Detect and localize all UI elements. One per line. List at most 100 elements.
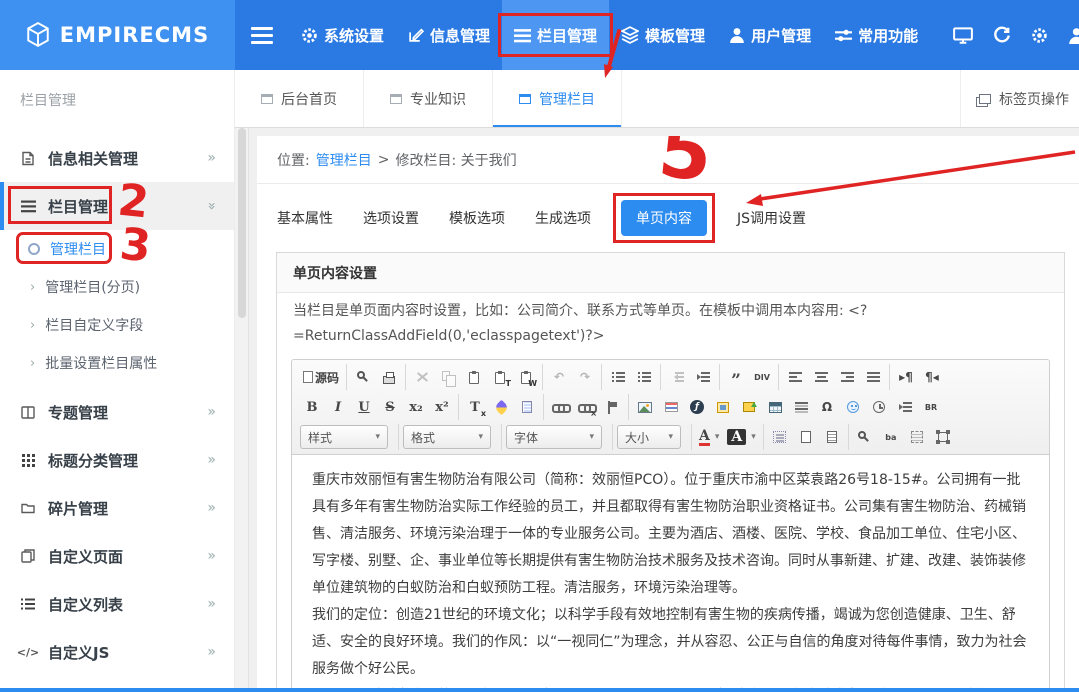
sidebar-item-column-management[interactable]: 栏目管理 » 2 xyxy=(0,182,234,230)
sidebar-item-info-management[interactable]: 信息相关管理 » xyxy=(0,134,234,182)
align-right-button[interactable] xyxy=(835,365,859,389)
image-button[interactable] xyxy=(633,395,657,419)
brand-logo[interactable]: EMPIRECMS xyxy=(0,0,235,70)
editor-content[interactable]: 重庆市效丽恒有害生物防治有限公司（简称：效丽恒PCO）。位于重庆市渝中区菜袁路2… xyxy=(292,455,1049,692)
indent-button[interactable] xyxy=(691,365,715,389)
highlight-button[interactable] xyxy=(489,395,513,419)
tab-knowledge[interactable]: 专业知识 xyxy=(364,70,493,127)
remove-format-button[interactable]: Tx xyxy=(463,395,487,419)
align-justify-button[interactable] xyxy=(861,365,885,389)
tab-basic-attributes[interactable]: 基本属性 xyxy=(277,208,333,228)
source-button[interactable]: 源码 xyxy=(300,365,342,389)
format-select[interactable]: 格式▾ xyxy=(403,425,491,449)
new-page-icon xyxy=(801,431,811,443)
bidi-ltr-button[interactable]: ▸¶ xyxy=(894,365,918,389)
strike-button[interactable]: S xyxy=(378,395,402,419)
media-button[interactable] xyxy=(737,395,761,419)
div-container-button[interactable]: DIV xyxy=(750,365,774,389)
photo-button[interactable] xyxy=(711,395,735,419)
sidebar-item-fragments[interactable]: 碎片管理 » xyxy=(0,484,234,532)
maximize-button[interactable] xyxy=(931,425,955,449)
background-color-button[interactable]: A▾ xyxy=(724,425,758,449)
numbered-list-button[interactable] xyxy=(606,365,630,389)
tab-single-page-content[interactable]: 单页内容 xyxy=(621,200,707,236)
tab-dashboard[interactable]: 后台首页 xyxy=(235,70,364,127)
sidebar-subitem-custom-fields[interactable]: › 栏目自定义字段 xyxy=(0,306,234,344)
text-color-button[interactable]: A▾ xyxy=(696,425,722,449)
refresh-icon[interactable] xyxy=(993,26,1011,44)
tab-manage-columns[interactable]: 管理栏目 xyxy=(493,70,622,127)
sidebar-scrollbar[interactable] xyxy=(235,128,249,692)
size-select[interactable]: 大小▾ xyxy=(617,425,681,449)
form-button[interactable] xyxy=(659,395,683,419)
anchor-button[interactable] xyxy=(600,395,624,419)
unlink-button[interactable]: × xyxy=(574,395,598,419)
align-center-button[interactable] xyxy=(809,365,833,389)
menu-item-columns[interactable]: 栏目管理 xyxy=(502,0,609,70)
menu-item-tools[interactable]: 常用功能 xyxy=(823,0,930,70)
breadcrumb-link[interactable]: 管理栏目 xyxy=(316,150,372,170)
blockquote-button[interactable]: ” xyxy=(724,365,748,389)
superscript-button[interactable]: x² xyxy=(430,395,454,419)
align-left-button[interactable] xyxy=(783,365,807,389)
sidebar-item-custom-js[interactable]: </> 自定义JS » xyxy=(0,628,234,676)
new-page-button[interactable] xyxy=(794,425,818,449)
tab-js-call-settings[interactable]: JS调用设置 xyxy=(737,208,806,228)
page-break-button[interactable] xyxy=(893,395,917,419)
menu-item-info[interactable]: 信息管理 xyxy=(396,0,502,70)
link-button[interactable] xyxy=(548,395,572,419)
sidebar-item-topics[interactable]: 专题管理 » xyxy=(0,388,234,436)
font-select[interactable]: 字体▾ xyxy=(506,425,602,449)
underline-button[interactable]: U xyxy=(352,395,376,419)
bidi-rtl-button[interactable]: ¶◂ xyxy=(920,365,944,389)
redo-button[interactable]: ↷ xyxy=(573,365,597,389)
tab-template-options[interactable]: 模板选项 xyxy=(449,208,505,228)
show-blocks-button[interactable] xyxy=(768,425,792,449)
editor-paragraph[interactable]: 重庆市效丽恒有害生物防治有限公司（简称：效丽恒PCO）。位于重庆市渝中区菜袁路2… xyxy=(312,467,1029,602)
flash-button[interactable]: ƒ xyxy=(685,395,709,419)
menu-item-templates[interactable]: 模板管理 xyxy=(609,0,717,70)
preview-button[interactable] xyxy=(351,365,375,389)
copy-format-button[interactable] xyxy=(515,395,539,419)
style-select[interactable]: 样式▾ xyxy=(300,425,388,449)
replace-button[interactable]: ba xyxy=(879,425,903,449)
horizontal-rule-button[interactable] xyxy=(789,395,813,419)
menu-item-users[interactable]: 用户管理 xyxy=(717,0,823,70)
undo-button[interactable]: ↶ xyxy=(547,365,571,389)
cut-button[interactable] xyxy=(410,365,434,389)
tab-actions-button[interactable]: 标签页操作 xyxy=(960,70,1079,127)
sidebar-subitem-batch-attributes[interactable]: › 批量设置栏目属性 xyxy=(0,344,234,382)
templates-button[interactable] xyxy=(820,425,844,449)
table-button[interactable] xyxy=(763,395,787,419)
paste-text-button[interactable]: T xyxy=(488,365,512,389)
special-char-button[interactable]: Ω xyxy=(815,395,839,419)
tab-generate-options[interactable]: 生成选项 xyxy=(535,208,591,228)
menu-item-system[interactable]: 系统设置 xyxy=(289,0,396,70)
select-all-button[interactable] xyxy=(905,425,929,449)
paste-word-button[interactable]: W xyxy=(514,365,538,389)
subscript-button[interactable]: x₂ xyxy=(404,395,428,419)
monitor-icon[interactable] xyxy=(953,26,973,44)
sidebar-subitem-manage-columns-paged[interactable]: › 管理栏目(分页) xyxy=(0,268,234,306)
paste-button[interactable] xyxy=(462,365,486,389)
outdent-button[interactable] xyxy=(665,365,689,389)
copy-button[interactable] xyxy=(436,365,460,389)
bold-button[interactable]: B xyxy=(300,395,324,419)
tab-option-settings[interactable]: 选项设置 xyxy=(363,208,419,228)
scrollbar-thumb[interactable] xyxy=(238,128,246,318)
sidebar-subitem-manage-columns[interactable]: 管理栏目 3 xyxy=(0,230,234,268)
hamburger-icon[interactable] xyxy=(235,0,289,70)
sidebar-item-title-categories[interactable]: 标题分类管理 » xyxy=(0,436,234,484)
page-properties-button[interactable] xyxy=(867,395,891,419)
user-icon[interactable] xyxy=(1068,27,1079,44)
print-button[interactable] xyxy=(377,365,401,389)
find-button[interactable] xyxy=(853,425,877,449)
sidebar-item-custom-pages[interactable]: 自定义页面 » xyxy=(0,532,234,580)
smiley-button[interactable] xyxy=(841,395,865,419)
line-break-button[interactable]: BR xyxy=(919,395,943,419)
sidebar-item-custom-lists[interactable]: 自定义列表 » xyxy=(0,580,234,628)
gear-icon[interactable] xyxy=(1031,27,1048,44)
editor-paragraph[interactable]: 我们的定位：创造21世纪的环境文化；以科学手段有效地控制有害生物的疾病传播，竭诚… xyxy=(312,602,1029,683)
italic-button[interactable]: I xyxy=(326,395,350,419)
bulleted-list-button[interactable] xyxy=(632,365,656,389)
